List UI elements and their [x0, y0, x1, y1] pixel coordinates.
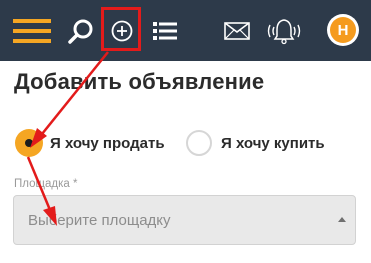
page-title: Добавить объявление	[14, 69, 265, 94]
hamburger-menu-icon[interactable]	[12, 0, 52, 61]
top-navigation-bar: Н	[0, 0, 371, 61]
highlight-box	[101, 7, 141, 51]
radio-sell[interactable]	[15, 129, 43, 157]
radio-sell-label[interactable]: Я хочу продать	[50, 135, 165, 152]
user-avatar-icon[interactable]: Н	[327, 14, 359, 46]
envelope-icon[interactable]	[222, 0, 252, 61]
radio-selected-dot	[25, 139, 33, 147]
bell-icon[interactable]	[264, 0, 304, 61]
avatar-letter: Н	[330, 17, 356, 43]
platform-select[interactable]: Выберите площадку	[13, 195, 356, 245]
list-icon[interactable]	[150, 0, 180, 61]
search-icon[interactable]	[66, 0, 96, 61]
caret-up-icon	[338, 217, 346, 222]
radio-buy[interactable]	[186, 130, 212, 156]
radio-buy-label[interactable]: Я хочу купить	[221, 135, 325, 152]
platform-select-placeholder: Выберите площадку	[28, 212, 171, 229]
platform-field-label: Площадка *	[14, 178, 78, 190]
